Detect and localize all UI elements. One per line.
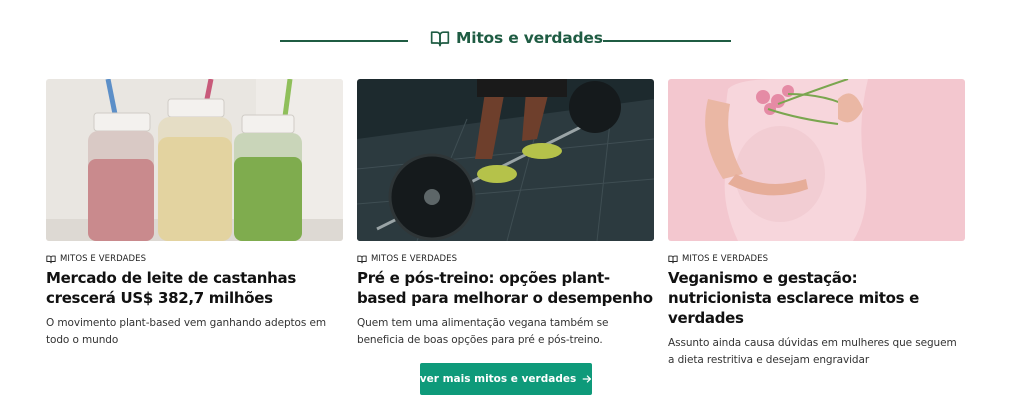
see-more-button[interactable]: ver mais mitos e verdades <box>420 363 592 395</box>
article-description: Assunto ainda causa dúvidas em mulheres … <box>668 337 957 366</box>
header-divider-left <box>280 40 408 42</box>
plant-milk-bottles-image[interactable] <box>46 79 343 241</box>
category-label: MITOS E VERDADES <box>682 254 769 264</box>
article-title[interactable]: Veganismo e gestação: nutricionista escl… <box>668 268 965 328</box>
header-divider-right <box>603 40 731 42</box>
article-category[interactable]: MITOS E VERDADES <box>357 254 654 264</box>
article-card[interactable]: MITOS E VERDADES Pré e pós-treino: opçõe… <box>357 79 654 349</box>
open-book-icon <box>430 28 450 48</box>
article-card[interactable]: MITOS E VERDADES Mercado de leite de cas… <box>46 79 343 349</box>
pregnant-woman-flowers-image[interactable] <box>668 79 965 241</box>
weightlifting-image[interactable] <box>357 79 654 241</box>
article-category[interactable]: MITOS E VERDADES <box>46 254 343 264</box>
category-label: MITOS E VERDADES <box>60 254 147 264</box>
article-description: O movimento plant-based vem ganhando ade… <box>46 317 326 346</box>
open-book-icon <box>46 254 56 264</box>
article-title[interactable]: Mercado de leite de castanhas crescerá U… <box>46 268 343 308</box>
article-category[interactable]: MITOS E VERDADES <box>668 254 965 264</box>
section-header: Mitos e verdades <box>0 24 1013 56</box>
article-card[interactable]: MITOS E VERDADES Veganismo e gestação: n… <box>668 79 965 369</box>
open-book-icon <box>668 254 678 264</box>
section-title: Mitos e verdades <box>430 28 603 48</box>
category-label: MITOS E VERDADES <box>371 254 458 264</box>
arrow-right-icon <box>582 374 592 384</box>
section-title-text: Mitos e verdades <box>456 29 603 47</box>
article-title[interactable]: Pré e pós-treino: opções plant-based par… <box>357 268 654 308</box>
article-description: Quem tem uma alimentação vegana também s… <box>357 317 609 346</box>
open-book-icon <box>357 254 367 264</box>
see-more-label: ver mais mitos e verdades <box>419 373 577 385</box>
